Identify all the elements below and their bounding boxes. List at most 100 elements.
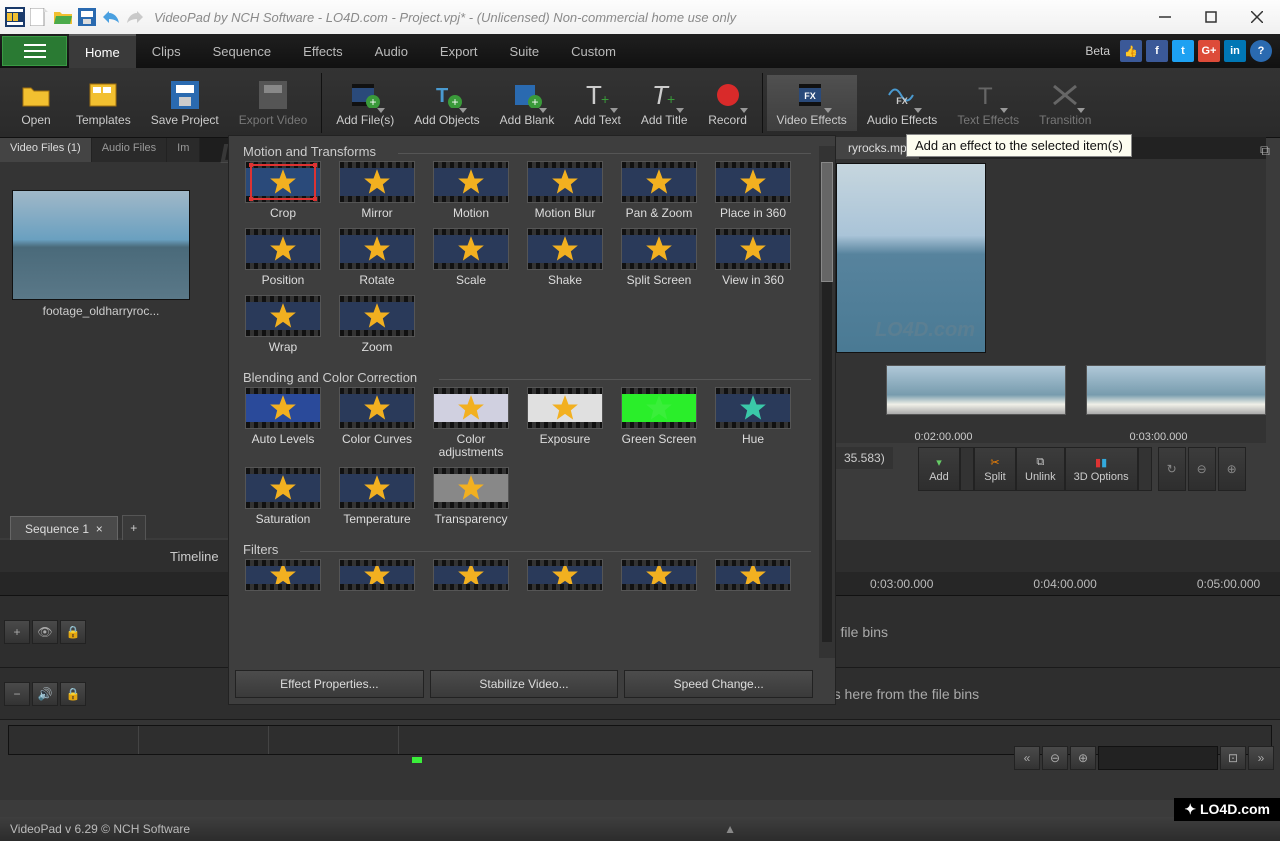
effect-crop[interactable]: Crop	[239, 161, 327, 220]
lock-icon[interactable]: 🔒	[60, 682, 86, 706]
effect-view-in-360[interactable]: View in 360	[709, 228, 797, 287]
tl-fit-icon[interactable]: ⊡	[1220, 746, 1246, 770]
effect-scale[interactable]: Scale	[427, 228, 515, 287]
open-folder-icon[interactable]	[52, 6, 74, 28]
ribbon-add-objects[interactable]: T+Add Objects	[404, 75, 489, 131]
menu-effects[interactable]: Effects	[287, 34, 359, 68]
tl-right-icon[interactable]: »	[1248, 746, 1274, 770]
effect-exposure[interactable]: Exposure	[521, 387, 609, 459]
facebook-icon[interactable]: f	[1146, 40, 1168, 62]
tl-zoom-out-icon[interactable]: ⊖	[1042, 746, 1068, 770]
hamburger-button[interactable]	[2, 36, 67, 66]
help-icon[interactable]: ?	[1250, 40, 1272, 62]
unlink-button[interactable]: ⧉Unlink	[1016, 447, 1065, 491]
effect-item[interactable]	[333, 559, 421, 595]
undo-icon[interactable]	[100, 6, 122, 28]
ribbon-add-title[interactable]: T+Add Title	[631, 75, 698, 131]
tl-left-icon[interactable]: «	[1014, 746, 1040, 770]
ribbon-add-file-s-[interactable]: +Add File(s)	[326, 75, 404, 131]
close-button[interactable]	[1234, 2, 1280, 32]
ribbon-open[interactable]: Open	[6, 75, 66, 131]
storyboard-thumb[interactable]	[1086, 365, 1266, 415]
effect-color-adjustments[interactable]: Color adjustments	[427, 387, 515, 459]
effect-temperature[interactable]: Temperature	[333, 467, 421, 526]
ribbon-video-effects[interactable]: FXVideo Effects	[767, 75, 857, 131]
zoom-in-icon[interactable]: ⊕	[1218, 447, 1246, 491]
ribbon-audio-effects[interactable]: FXAudio Effects	[857, 75, 948, 131]
effect-pan-zoom[interactable]: Pan & Zoom	[615, 161, 703, 220]
menu-clips[interactable]: Clips	[136, 34, 197, 68]
effect-mirror[interactable]: Mirror	[333, 161, 421, 220]
effect-rotate[interactable]: Rotate	[333, 228, 421, 287]
mute-icon[interactable]: 🔊	[32, 682, 58, 706]
save-icon[interactable]	[76, 6, 98, 28]
storyboard-thumb[interactable]	[886, 365, 1066, 415]
effect-item[interactable]	[521, 559, 609, 595]
effect-shake[interactable]: Shake	[521, 228, 609, 287]
effect-hue[interactable]: Hue	[709, 387, 797, 459]
add-track-icon[interactable]: +	[4, 620, 30, 644]
effect-item[interactable]	[239, 559, 327, 595]
effect-transparency[interactable]: Transparency	[427, 467, 515, 526]
tab-images[interactable]: Im	[167, 138, 200, 162]
lock-icon[interactable]: 🔒	[60, 620, 86, 644]
effects-scrollbar[interactable]	[819, 146, 835, 658]
remove-track-icon[interactable]: −	[4, 682, 30, 706]
sequence-tab[interactable]: Sequence 1 ×	[10, 516, 118, 541]
effect-zoom[interactable]: Zoom	[333, 295, 421, 354]
effect-position[interactable]: Position	[239, 228, 327, 287]
effect-properties-button[interactable]: Effect Properties...	[235, 670, 424, 698]
clip-thumbnail[interactable]: footage_oldharryroc...	[12, 190, 190, 318]
tl-zoom-in-icon[interactable]: ⊕	[1070, 746, 1096, 770]
menu-home[interactable]: Home	[69, 34, 136, 68]
effect-place-in-360[interactable]: Place in 360	[709, 161, 797, 220]
3d-options-button[interactable]: ▮▮3D Options	[1065, 447, 1138, 491]
add-sequence-button[interactable]: +	[122, 515, 146, 541]
effect-green-screen[interactable]: Green Screen	[615, 387, 703, 459]
effect-item[interactable]	[427, 559, 515, 595]
maximize-button[interactable]	[1188, 2, 1234, 32]
ribbon-templates[interactable]: Templates	[66, 75, 141, 131]
zoom-out-icon[interactable]: ⊖	[1188, 447, 1216, 491]
svg-text:FX: FX	[896, 96, 908, 106]
effect-saturation[interactable]: Saturation	[239, 467, 327, 526]
effect-color-curves[interactable]: Color Curves	[333, 387, 421, 459]
split-button[interactable]: ✂Split	[974, 447, 1016, 491]
menu-sequence[interactable]: Sequence	[197, 34, 288, 68]
tab-video-files[interactable]: Video Files (1)	[0, 138, 92, 162]
new-icon[interactable]	[28, 6, 50, 28]
ribbon-record[interactable]: Record	[698, 75, 758, 131]
ribbon-save-project[interactable]: Save Project	[141, 75, 229, 131]
menu-suite[interactable]: Suite	[494, 34, 556, 68]
svg-text:+: +	[370, 95, 377, 108]
linkedin-icon[interactable]: in	[1224, 40, 1246, 62]
expand-icon[interactable]: ▲	[724, 822, 736, 836]
twitter-icon[interactable]: t	[1172, 40, 1194, 62]
minimize-button[interactable]	[1142, 2, 1188, 32]
tab-audio-files[interactable]: Audio Files	[92, 138, 167, 162]
ribbon-add-blank[interactable]: +Add Blank	[490, 75, 565, 131]
effect-auto-levels[interactable]: Auto Levels	[239, 387, 327, 459]
gplus-icon[interactable]: G+	[1198, 40, 1220, 62]
effect-motion-blur[interactable]: Motion Blur	[521, 161, 609, 220]
effect-split-screen[interactable]: Split Screen	[615, 228, 703, 287]
menu-export[interactable]: Export	[424, 34, 494, 68]
effect-wrap[interactable]: Wrap	[239, 295, 327, 354]
effect-motion[interactable]: Motion	[427, 161, 515, 220]
stabilize-video-button[interactable]: Stabilize Video...	[430, 670, 619, 698]
add-dropdown[interactable]	[960, 447, 974, 491]
visibility-icon[interactable]: 👁	[32, 620, 58, 644]
menu-audio[interactable]: Audio	[359, 34, 424, 68]
add-button[interactable]: ▾Add	[918, 447, 960, 491]
rotate-tool-icon[interactable]: ↻	[1158, 447, 1186, 491]
effect-item[interactable]	[615, 559, 703, 595]
speed-change-button[interactable]: Speed Change...	[624, 670, 813, 698]
zoom-slider[interactable]	[1098, 746, 1218, 770]
thumbs-up-icon[interactable]: 👍	[1120, 40, 1142, 62]
popout-icon[interactable]: ⧉	[1260, 142, 1270, 159]
effect-item[interactable]	[709, 559, 797, 595]
3d-dropdown[interactable]	[1138, 447, 1152, 491]
menu-custom[interactable]: Custom	[555, 34, 632, 68]
redo-icon[interactable]	[124, 6, 146, 28]
ribbon-add-text[interactable]: T+Add Text	[564, 75, 630, 131]
